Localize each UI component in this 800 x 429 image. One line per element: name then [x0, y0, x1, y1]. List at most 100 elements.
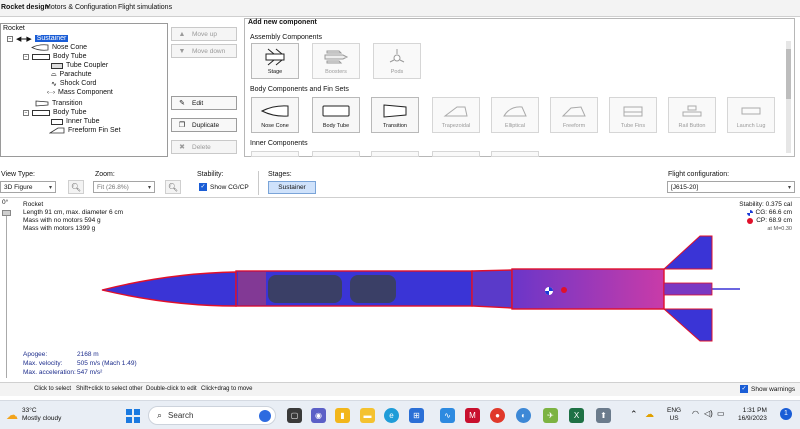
add-transition-button[interactable]: Transition — [371, 97, 419, 133]
acceleration-stat: Max. acceleration: 547 m/s² — [23, 369, 102, 376]
tree-item-body-tube[interactable]: − Body Tube — [23, 52, 86, 61]
add-trapezoidal-fins-button[interactable]: Trapezoidal — [432, 97, 480, 133]
flight-config-select[interactable]: [J615-20] ▾ — [667, 181, 795, 193]
edge-browser-icon[interactable]: e — [384, 408, 399, 423]
show-cgcp-checkbox[interactable]: ✓ Show CG/CP — [199, 183, 249, 191]
weather-widget[interactable]: ☁ 33°C Mostly cloudy — [6, 407, 61, 423]
zoom-in-button[interactable]: 🔍︎ — [165, 180, 181, 194]
tab-rocket-design[interactable]: Rocket design — [1, 4, 49, 11]
rocket-drawing — [101, 235, 740, 342]
add-stage-button[interactable]: Stage — [251, 43, 299, 79]
component-panel-scrollbar[interactable] — [786, 41, 791, 153]
tree-item-sustainer[interactable]: − ◀═▶ Sustainer — [7, 34, 69, 43]
tree-item-mass-component[interactable]: ‹··› Mass Component — [47, 88, 113, 97]
zoom-out-button[interactable]: 🔍︎ — [68, 180, 84, 194]
collapse-icon[interactable]: − — [7, 35, 13, 42]
view-type-select[interactable]: 3D Figure ▾ — [0, 181, 56, 193]
clock-date: 16/9/2023 — [738, 415, 767, 422]
zoom-select[interactable]: Fit (26.8%) ▾ — [93, 181, 155, 193]
mcafee-icon[interactable]: M — [465, 408, 480, 423]
notification-badge[interactable]: 1 — [780, 408, 792, 420]
show-cgcp-label: Show CG/CP — [210, 183, 249, 191]
add-elliptical-fins-button[interactable]: Elliptical — [491, 97, 539, 133]
inner-component-button[interactable] — [312, 151, 360, 157]
transition-label: Transition — [383, 123, 407, 129]
inner-component-button[interactable] — [251, 151, 299, 157]
tree-item-nose-cone[interactable]: Nose Cone — [31, 43, 87, 52]
tree-item-body-tube-2[interactable]: − Body Tube — [23, 108, 86, 117]
openrocket-icon[interactable]: ⬆ — [596, 408, 611, 423]
app-icon[interactable]: ◐ — [516, 408, 531, 423]
duplicate-icon: ❐ — [178, 122, 186, 129]
inner-component-button[interactable] — [491, 151, 539, 157]
delete-button[interactable]: ✖ Delete — [171, 140, 237, 154]
tree-item-shock-cord[interactable]: ∿ Shock Cord — [51, 79, 96, 88]
onedrive-icon[interactable]: ☁ — [645, 409, 654, 420]
rocket-shock-cord — [350, 275, 396, 303]
component-tree[interactable]: Rocket − ◀═▶ Sustainer Nose Cone − Body … — [0, 23, 168, 157]
tab-flight-simulations[interactable]: Flight simulations — [118, 4, 172, 11]
inner-component-button[interactable] — [371, 151, 419, 157]
move-up-button[interactable]: ▲ Move up — [171, 27, 237, 41]
chevron-up-icon[interactable]: ⌃ — [630, 409, 638, 420]
tree-root-rocket[interactable]: Rocket — [3, 25, 25, 32]
tree-item-freeform-fin-set[interactable]: Freeform Fin Set — [49, 126, 121, 135]
battery-icon[interactable]: ▭ — [717, 409, 725, 418]
system-clock[interactable]: 1:31 PM 16/9/2023 — [738, 407, 767, 423]
chrome-icon[interactable]: ● — [490, 408, 505, 423]
add-freeform-fins-button[interactable]: Freeform — [550, 97, 598, 133]
show-warnings-checkbox[interactable]: ✓ Show warnings — [740, 385, 795, 393]
edit-button[interactable]: ✎ Edit — [171, 96, 237, 110]
add-body-tube-button[interactable]: Body Tube — [312, 97, 360, 133]
stage-sustainer-button[interactable]: Sustainer — [268, 181, 316, 194]
add-launch-lug-button[interactable]: Launch Lug — [727, 97, 775, 133]
widgets-icon[interactable]: ▮ — [335, 408, 350, 423]
store-icon[interactable]: ⊞ — [409, 408, 424, 423]
inner-component-button[interactable] — [432, 151, 480, 157]
tree-item-transition[interactable]: Transition — [35, 99, 82, 108]
taskbar-search-box[interactable]: ⌕ Search — [148, 406, 276, 425]
tree-item-parachute[interactable]: ⌓ Parachute — [51, 70, 91, 79]
language-code: ENG — [667, 407, 682, 414]
file-explorer-icon[interactable]: ▬ — [360, 408, 375, 423]
cg-marker — [545, 287, 553, 295]
excel-icon[interactable]: X — [569, 408, 584, 423]
stage-icon: ◀═▶ — [16, 35, 32, 43]
view-type-value: 3D Figure — [4, 183, 33, 191]
boosters-label: Boosters — [325, 69, 347, 75]
scrollbar-thumb[interactable] — [786, 49, 791, 99]
zoom-label: Zoom: — [95, 171, 115, 178]
delete-label: Delete — [192, 143, 211, 151]
tree-item-inner-tube[interactable]: Inner Tube — [51, 117, 99, 126]
flight-config-value: [J615-20] — [671, 183, 699, 191]
add-pods-button[interactable]: Pods — [373, 43, 421, 79]
search-placeholder: Search — [168, 411, 194, 420]
wifi-icon[interactable]: ◠ — [692, 409, 699, 418]
app-icon[interactable]: ∿ — [440, 408, 455, 423]
tube-fins-icon — [623, 106, 643, 116]
nose-cone-icon — [31, 44, 49, 51]
teams-chat-icon[interactable]: ◉ — [311, 408, 326, 423]
rocket-parachute — [268, 275, 342, 303]
add-nose-cone-button[interactable]: Nose Cone — [251, 97, 299, 133]
app-icon[interactable]: ✈ — [543, 408, 558, 423]
add-boosters-button[interactable]: Boosters — [312, 43, 360, 79]
collapse-icon[interactable]: − — [23, 109, 29, 116]
tree-item-label: Body Tube — [53, 109, 87, 116]
clock-time: 1:31 PM — [742, 407, 767, 414]
add-rail-button-button[interactable]: Rail Button — [668, 97, 716, 133]
hint-click-select: Click to select — [34, 386, 72, 392]
language-indicator[interactable]: ENG US — [667, 407, 681, 423]
duplicate-button[interactable]: ❐ Duplicate — [171, 118, 237, 132]
body-tube-icon — [322, 105, 350, 116]
tab-motors-configuration[interactable]: Motors & Configuration — [45, 4, 117, 11]
add-tube-fins-button[interactable]: Tube Fins — [609, 97, 657, 133]
task-view-icon[interactable]: ▢ — [287, 408, 302, 423]
edit-label: Edit — [192, 99, 204, 107]
volume-icon[interactable]: ◁) — [704, 409, 713, 418]
move-down-button[interactable]: ▼ Move down — [171, 44, 237, 58]
collapse-icon[interactable]: − — [23, 53, 29, 60]
rocket-transition — [471, 269, 513, 309]
tree-item-tube-coupler[interactable]: Tube Coupler — [51, 61, 108, 70]
windows-start-icon[interactable] — [125, 408, 140, 423]
